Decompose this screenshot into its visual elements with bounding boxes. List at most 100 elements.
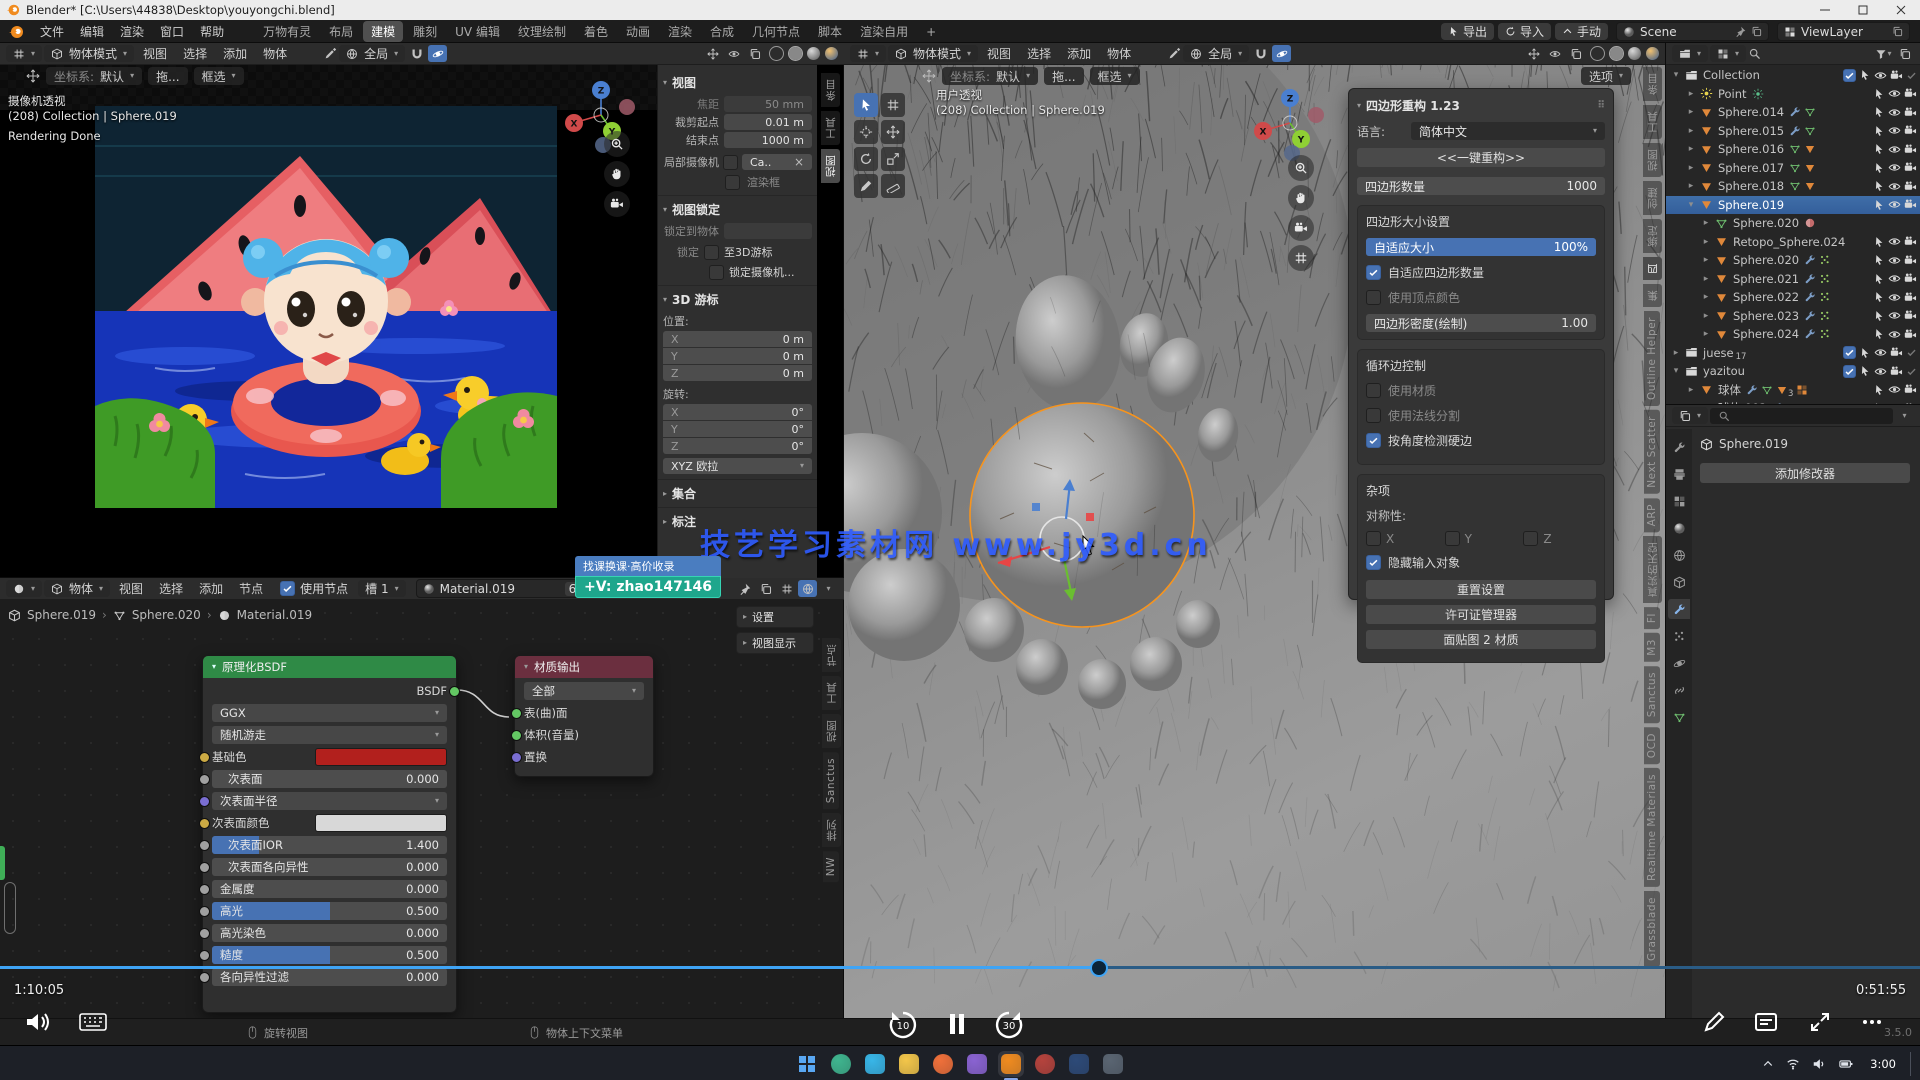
次表面IOR-socket[interactable] bbox=[199, 840, 210, 851]
properties-tab-modifiers[interactable] bbox=[1668, 599, 1690, 619]
gizmo-toggle[interactable] bbox=[703, 45, 722, 62]
expand-toggle-icon[interactable]: ▸ bbox=[1685, 126, 1697, 136]
workspace-tab-8[interactable]: 渲染 bbox=[660, 21, 700, 42]
copy-icon[interactable] bbox=[1892, 26, 1903, 37]
taskbar-blender[interactable] bbox=[998, 1051, 1024, 1077]
selectable-icon[interactable] bbox=[1873, 310, 1885, 322]
lock-cursor-checkbox[interactable] bbox=[704, 245, 719, 260]
outliner-row[interactable]: ▾yazitou bbox=[1666, 362, 1920, 381]
selectable-icon[interactable] bbox=[1859, 69, 1871, 81]
sidebar-tab-0[interactable]: 节点 bbox=[822, 638, 841, 672]
workspace-tab-12[interactable]: 渲染自用 bbox=[852, 21, 916, 42]
次表面颜色-socket[interactable] bbox=[199, 818, 210, 829]
workspace-tab-0[interactable]: 万物有灵 bbox=[255, 21, 319, 42]
hide-viewport-icon[interactable] bbox=[1888, 143, 1901, 156]
properties-editor[interactable]: ▾▾ Sphere.019 添加修改器 bbox=[1666, 405, 1920, 1018]
clear-button[interactable]: × bbox=[794, 155, 804, 169]
editor-type-dropdown[interactable]: ▾ bbox=[1672, 407, 1708, 424]
sidebar-tab-5[interactable]: 四 bbox=[1643, 257, 1662, 280]
network-icon[interactable] bbox=[1786, 1057, 1800, 1071]
cursor-rot-x[interactable]: X0° bbox=[663, 404, 812, 420]
sidebar-tab-4[interactable]: 排列 bbox=[822, 813, 841, 847]
orientation-pill[interactable]: 坐标系:默认▾ bbox=[46, 67, 142, 85]
selectable-icon[interactable] bbox=[1873, 180, 1885, 192]
viewport-menu-2[interactable]: 添加 bbox=[216, 44, 254, 63]
transform-gizmo-icon[interactable] bbox=[922, 69, 936, 83]
properties-tab-tool[interactable] bbox=[1668, 437, 1690, 457]
shading-mode-2[interactable] bbox=[807, 47, 820, 60]
hide-render-icon[interactable] bbox=[1904, 143, 1917, 156]
expand-toggle-icon[interactable]: ▸ bbox=[1700, 237, 1712, 247]
tool-pointer-button[interactable] bbox=[854, 93, 878, 117]
density-slider[interactable]: 四边形密度(绘制)1.00 bbox=[1366, 314, 1596, 332]
tool-cursor3d-button[interactable] bbox=[854, 120, 878, 144]
hide-render-icon[interactable] bbox=[1904, 124, 1917, 137]
shader-menu-2[interactable]: 添加 bbox=[192, 579, 230, 598]
volume-icon[interactable] bbox=[1812, 1057, 1826, 1071]
node-row-11[interactable]: 糙度0.500 bbox=[212, 946, 447, 964]
shading-mode-3[interactable] bbox=[1646, 47, 1659, 60]
blender-menu-icon[interactable] bbox=[8, 24, 24, 40]
menu-0[interactable]: 文件 bbox=[32, 21, 72, 42]
selectable-icon[interactable] bbox=[1873, 291, 1885, 303]
sidebar-tab-2[interactable]: 视图 bbox=[821, 149, 840, 183]
shader-editor[interactable]: ▾物体▾视图选择添加节点使用节点槽 1▾Material.0196▾ Spher… bbox=[0, 578, 844, 1018]
keyboard-button[interactable] bbox=[78, 1012, 108, 1032]
tool-pencil-button[interactable] bbox=[854, 174, 878, 198]
fullscreen-button[interactable] bbox=[1806, 1008, 1834, 1036]
expand-toggle-icon[interactable]: ▸ bbox=[1700, 218, 1712, 228]
properties-search-input[interactable] bbox=[1710, 408, 1893, 424]
hide-render-icon[interactable] bbox=[1904, 383, 1917, 396]
render-enable-icon[interactable] bbox=[1906, 70, 1917, 81]
output-input-2[interactable]: 置换 bbox=[524, 748, 644, 766]
outliner[interactable]: ▾▾▾ ▾Collection▸Point▸Sphere.014▸Sphere.… bbox=[1666, 43, 1920, 404]
outliner-row[interactable]: ▸Sphere.017 bbox=[1666, 159, 1920, 178]
sidebar-tab-1[interactable]: 工具 bbox=[1643, 105, 1662, 139]
outliner-row[interactable]: ▸Sphere.020 bbox=[1666, 214, 1920, 233]
selectable-icon[interactable] bbox=[1859, 347, 1871, 359]
outliner-row[interactable]: ▸juese17 bbox=[1666, 344, 1920, 363]
export-button[interactable]: 导出 bbox=[1441, 23, 1494, 40]
drag-grip-icon[interactable]: ⠿ bbox=[1597, 100, 1605, 111]
selectable-icon[interactable] bbox=[1873, 199, 1885, 211]
orientation-dropdown[interactable]: 全局▾ bbox=[1183, 45, 1249, 62]
render-region-checkbox[interactable] bbox=[725, 175, 740, 190]
proportional-edit-toggle[interactable] bbox=[428, 45, 447, 62]
import-button[interactable]: 导入 bbox=[1498, 23, 1551, 40]
quad-count-slider[interactable]: 四边形数量1000 bbox=[1357, 177, 1605, 195]
selectable-icon[interactable] bbox=[1873, 273, 1885, 285]
overlays-toggle[interactable] bbox=[724, 45, 743, 62]
mode-dropdown[interactable]: 物体模式▾ bbox=[888, 45, 978, 62]
collection-checkbox[interactable] bbox=[1843, 365, 1856, 378]
selectable-icon[interactable] bbox=[1873, 143, 1885, 155]
editor-type-dropdown[interactable]: ▾ bbox=[6, 580, 42, 597]
次表面半径-socket[interactable] bbox=[199, 796, 210, 807]
adaptive-size-slider[interactable]: 自适应大小100% bbox=[1366, 238, 1596, 256]
skip-back-button[interactable]: 10 bbox=[886, 1008, 920, 1042]
node-row-1[interactable]: 随机游走▾ bbox=[212, 726, 447, 744]
workspace-tab-4[interactable]: UV 编辑 bbox=[447, 21, 508, 42]
sidebar-tab-15[interactable]: Realtime Materials bbox=[1644, 768, 1660, 887]
breadcrumb-item[interactable]: Material.019 bbox=[237, 608, 312, 622]
hide-viewport-icon[interactable] bbox=[1888, 161, 1901, 174]
properties-tab-printer[interactable] bbox=[1668, 464, 1690, 484]
collapsed-panel-1[interactable]: ▸视图显示 bbox=[736, 632, 814, 654]
taskbar-edge[interactable] bbox=[862, 1051, 888, 1077]
node-row-8[interactable]: 金属度0.000 bbox=[212, 880, 447, 898]
render-enable-icon[interactable] bbox=[1906, 347, 1917, 358]
shader-menu-3[interactable]: 节点 bbox=[232, 579, 270, 598]
各向异性过滤-socket[interactable] bbox=[199, 972, 210, 983]
hide-render-icon[interactable] bbox=[1890, 69, 1903, 82]
vertex-color-checkbox[interactable] bbox=[1366, 290, 1381, 305]
expand-toggle-icon[interactable]: ▸ bbox=[1685, 181, 1697, 191]
render-enable-icon[interactable] bbox=[1906, 366, 1917, 377]
outliner-row[interactable]: ▸Sphere.021 bbox=[1666, 270, 1920, 289]
workspace-tab-5[interactable]: 纹理绘制 bbox=[510, 21, 574, 42]
cursor-rot-y[interactable]: Y0° bbox=[663, 421, 812, 437]
hide-viewport-icon[interactable] bbox=[1888, 309, 1901, 322]
principled-bsdf-node[interactable]: ▾原理化BSDFBSDFGGX▾随机游走▾基础色次表面0.000次表面半径▾次表… bbox=[202, 655, 457, 1013]
hide-viewport-icon[interactable] bbox=[1874, 69, 1887, 82]
sidebar-tab-5[interactable]: NW bbox=[823, 851, 839, 882]
outliner-row[interactable]: ▸球体3 bbox=[1666, 381, 1920, 400]
sidebar-tab-9[interactable]: ARP bbox=[1644, 498, 1660, 532]
